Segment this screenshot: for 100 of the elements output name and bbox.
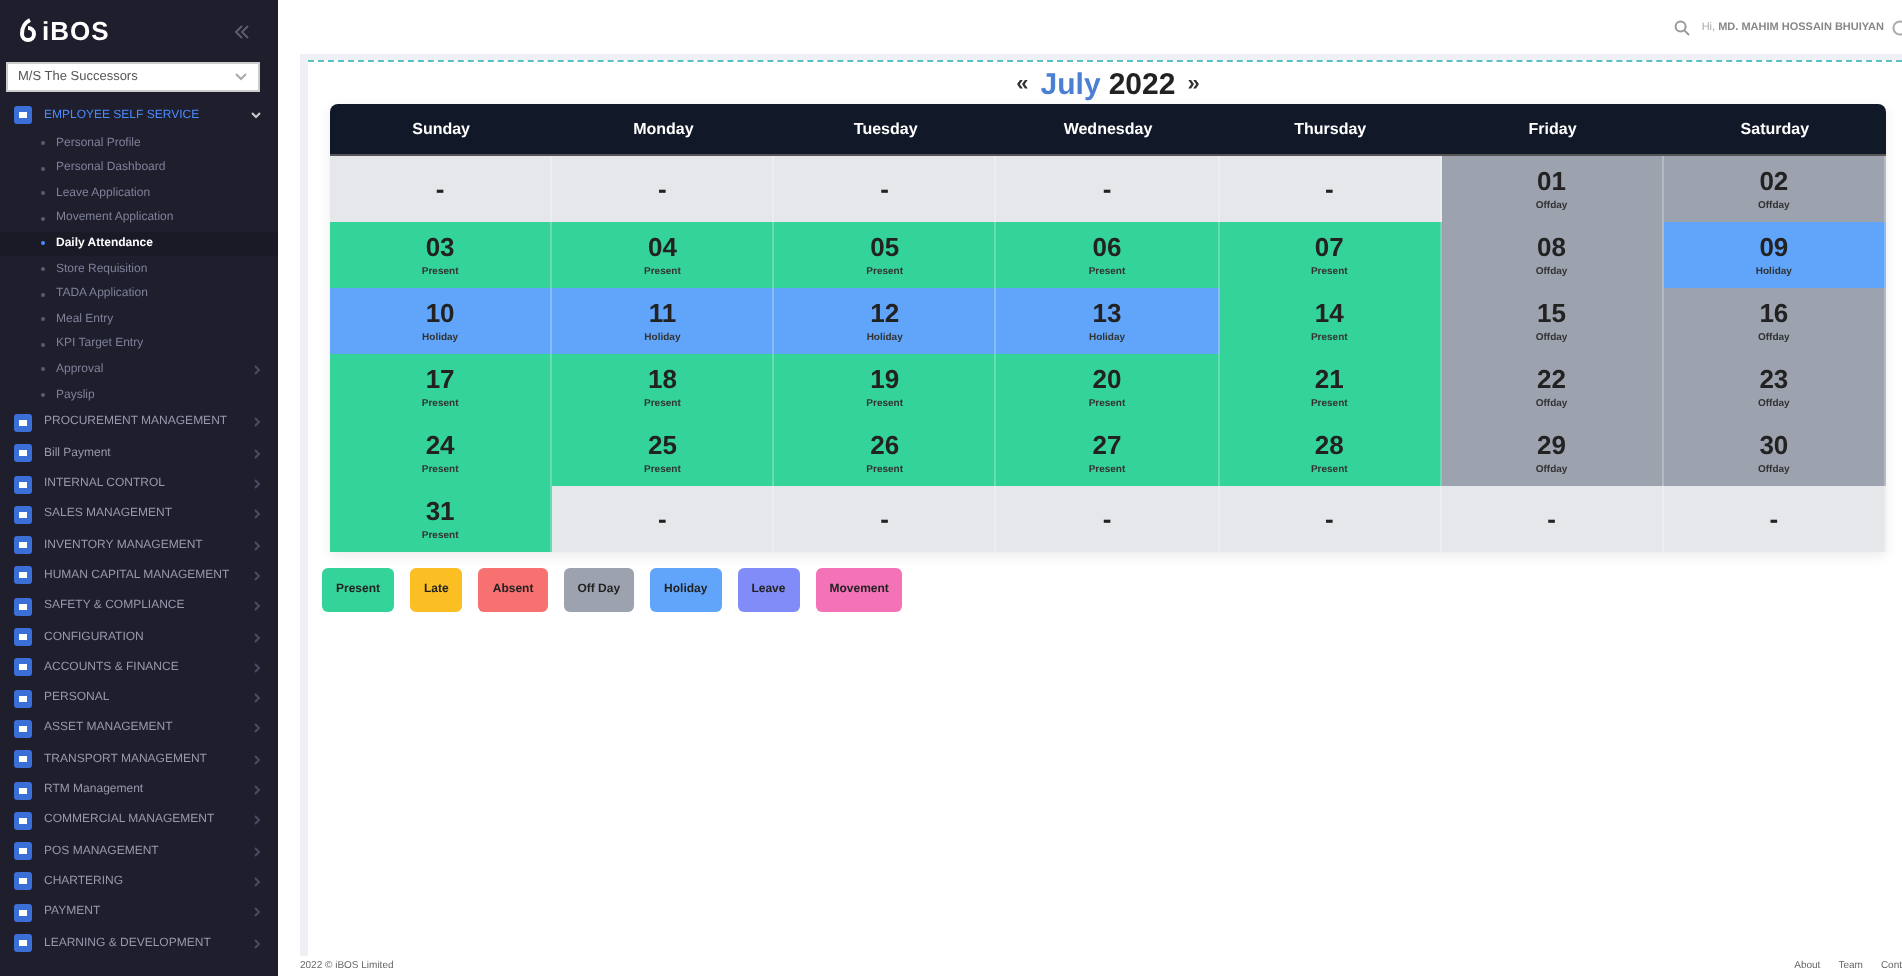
chevron-right-icon xyxy=(252,478,262,491)
day-number: - xyxy=(880,505,890,533)
day-number: 12 xyxy=(870,299,900,327)
weekday-label: Monday xyxy=(631,120,696,138)
previous-month-button[interactable]: « xyxy=(1012,73,1033,95)
day-number: 23 xyxy=(1759,365,1789,393)
day-number: 09 xyxy=(1759,233,1789,261)
weekday-label: Sunday xyxy=(410,120,473,138)
bullet-icon xyxy=(40,291,46,298)
day-number: 07 xyxy=(1314,233,1344,261)
tile-icon xyxy=(14,475,32,494)
search-icon[interactable] xyxy=(1673,19,1690,35)
day-number: - xyxy=(1324,175,1334,203)
chevron-right-icon xyxy=(252,845,262,858)
day-number: 10 xyxy=(425,299,455,327)
tile-icon xyxy=(14,106,32,125)
day-number: 19 xyxy=(870,365,900,393)
day-number: 02 xyxy=(1759,167,1789,195)
chevron-right-icon xyxy=(252,363,262,376)
day-number: 25 xyxy=(647,431,677,459)
day-number: 14 xyxy=(1314,299,1344,327)
chevron-down-icon xyxy=(250,110,262,121)
day-number: 24 xyxy=(425,431,455,459)
chevron-right-icon xyxy=(252,814,262,827)
bullet-icon xyxy=(40,316,46,323)
chevron-right-icon xyxy=(252,569,262,582)
day-cell[interactable]: - xyxy=(1219,156,1442,222)
day-number: 17 xyxy=(425,365,455,393)
day-cell[interactable]: - xyxy=(774,156,997,222)
tile-icon xyxy=(14,628,32,647)
tile-icon xyxy=(14,750,32,769)
chevron-down-icon xyxy=(234,72,248,82)
day-cell[interactable]: - xyxy=(552,486,775,552)
tile-icon xyxy=(14,658,32,677)
day-number: - xyxy=(880,175,890,203)
next-month-button[interactable]: » xyxy=(1183,73,1204,95)
tile-icon xyxy=(14,811,32,830)
bullet-icon xyxy=(40,266,46,273)
weekday-label: Thursday xyxy=(1292,120,1369,138)
chevron-right-icon xyxy=(252,508,262,521)
day-number: 04 xyxy=(647,233,677,261)
weekday-label: Friday xyxy=(1526,120,1579,138)
tile-icon xyxy=(14,597,32,616)
chevron-right-icon xyxy=(252,447,262,460)
bullet-icon xyxy=(40,240,46,247)
tile-icon xyxy=(14,536,32,555)
day-cell[interactable]: - xyxy=(774,486,997,552)
bullet-icon xyxy=(40,341,46,348)
day-number: 05 xyxy=(870,233,900,261)
day-number: 26 xyxy=(870,431,900,459)
day-number: 29 xyxy=(1537,431,1566,459)
chevron-right-icon xyxy=(252,692,262,705)
day-cell[interactable]: - xyxy=(996,486,1220,552)
day-cell[interactable]: - xyxy=(996,156,1220,222)
day-number: 20 xyxy=(1092,365,1122,393)
weekday-label: Wednesday xyxy=(1061,120,1155,138)
tile-icon xyxy=(14,689,32,708)
day-number: - xyxy=(1769,505,1779,533)
day-number: - xyxy=(435,175,445,203)
day-cell[interactable]: - xyxy=(330,156,553,222)
tile-icon xyxy=(14,934,32,953)
logo-text: iBOS xyxy=(42,16,110,46)
year-title: 2022 xyxy=(1108,67,1176,101)
day-number: 15 xyxy=(1537,299,1566,327)
bullet-icon xyxy=(40,165,46,172)
day-cell[interactable]: - xyxy=(552,156,775,222)
day-number: - xyxy=(1324,505,1334,533)
tile-icon xyxy=(14,413,32,432)
chevron-right-icon xyxy=(252,416,262,429)
bullet-icon xyxy=(40,392,46,399)
day-number: 21 xyxy=(1314,365,1344,393)
chevron-right-icon xyxy=(252,875,262,888)
day-number: 08 xyxy=(1537,233,1566,261)
day-number: - xyxy=(658,505,667,533)
day-number: 13 xyxy=(1092,299,1122,327)
tile-icon xyxy=(14,444,32,463)
chevron-right-icon xyxy=(252,631,262,644)
chevron-right-icon xyxy=(252,784,262,797)
collapse-icon[interactable] xyxy=(234,23,250,39)
day-number: 03 xyxy=(425,233,455,261)
day-number: - xyxy=(658,175,667,203)
day-number: 16 xyxy=(1759,299,1789,327)
day-number: 18 xyxy=(647,365,677,393)
chevron-right-icon xyxy=(252,753,262,766)
day-cell[interactable]: - xyxy=(1219,486,1442,552)
bullet-icon xyxy=(40,215,46,222)
chevron-right-icon xyxy=(252,539,262,552)
day-number: 30 xyxy=(1759,431,1789,459)
day-number: 06 xyxy=(1092,233,1122,261)
day-number: - xyxy=(1102,175,1112,203)
tile-icon xyxy=(14,781,32,800)
tile-icon xyxy=(14,719,32,738)
month-title: July xyxy=(1040,67,1101,101)
day-cell[interactable]: - xyxy=(1663,486,1886,552)
weekday-label: Saturday xyxy=(1738,120,1812,138)
tile-icon xyxy=(14,842,32,861)
tile-icon xyxy=(14,505,32,524)
day-number: - xyxy=(1547,505,1556,533)
bullet-icon xyxy=(40,366,46,373)
day-cell[interactable]: - xyxy=(1441,486,1664,552)
